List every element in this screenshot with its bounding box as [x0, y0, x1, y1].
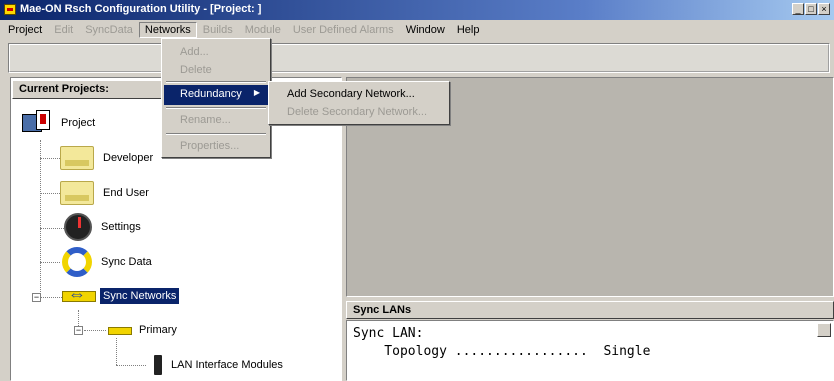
menu-item-properties[interactable]: Properties...	[164, 137, 268, 157]
tree-label-settings: Settings	[101, 221, 141, 233]
menu-item-redundancy-label: Redundancy	[180, 88, 242, 100]
sync-lan-line-2: Topology ................. Single	[353, 344, 651, 359]
developer-icon	[60, 146, 94, 170]
redundancy-submenu: Add Secondary Network... Delete Secondar…	[268, 81, 450, 125]
tree-line	[40, 228, 64, 229]
tree-label-project: Project	[61, 117, 96, 129]
scroll-up-button[interactable]	[817, 323, 831, 337]
module-icon	[154, 355, 162, 375]
menu-edit[interactable]: Edit	[48, 22, 79, 38]
menu-separator	[166, 133, 266, 135]
menu-item-delete-secondary-network[interactable]: Delete Secondary Network...	[271, 102, 447, 122]
app-icon	[4, 4, 16, 15]
menu-item-delete[interactable]: Delete	[164, 61, 268, 81]
tree-line	[116, 338, 117, 365]
menu-item-rename[interactable]: Rename...	[164, 111, 268, 131]
close-button[interactable]: ×	[818, 3, 830, 15]
window-title: Mae-ON Rsch Configuration Utility - [Pro…	[20, 3, 262, 15]
tree-line	[40, 262, 60, 263]
window-controls: _ □ ×	[792, 3, 830, 15]
tree-node-sync-networks[interactable]: Sync Networks	[62, 284, 180, 307]
menu-networks[interactable]: Networks	[138, 21, 197, 38]
network-icon	[62, 284, 96, 307]
tree-node-end-user[interactable]: End User	[60, 181, 152, 205]
collapse-sync-networks-toggle[interactable]: −	[32, 293, 41, 302]
collapse-primary-toggle[interactable]: −	[74, 326, 83, 335]
tree-line	[40, 140, 41, 300]
networks-dropdown: Add... Delete Redundancy ▶ Rename... Pro…	[161, 38, 271, 158]
sync-lan-line-1: Sync LAN:	[353, 326, 424, 341]
tree-line	[116, 365, 146, 366]
tree-line	[40, 297, 62, 298]
tree-label-sync-data: Sync Data	[101, 256, 152, 268]
tree-node-developer[interactable]: Developer	[60, 146, 156, 170]
tree-line	[40, 158, 60, 159]
menu-item-add[interactable]: Add...	[164, 43, 268, 63]
project-icon	[22, 110, 52, 136]
menu-item-redundancy[interactable]: Redundancy ▶	[164, 85, 268, 105]
menu-help[interactable]: Help	[451, 22, 486, 38]
tree-label-developer: Developer	[103, 152, 154, 164]
gauge-icon	[64, 213, 92, 241]
sync-lans-header: Sync LANs	[346, 301, 834, 319]
tree-line	[84, 330, 106, 331]
menu-syncdata[interactable]: SyncData	[79, 22, 139, 38]
toolbar	[8, 43, 830, 73]
tree-node-settings[interactable]: Settings	[64, 213, 144, 241]
tree-line	[40, 193, 60, 194]
minimize-button[interactable]: _	[792, 3, 804, 15]
menu-bar: Project Edit SyncData Networks Builds Mo…	[0, 20, 834, 39]
tree-node-lan-modules[interactable]: LAN Interface Modules	[154, 355, 286, 375]
sync-icon	[62, 247, 92, 277]
tree-label-primary: Primary	[139, 324, 177, 336]
network-small-icon	[108, 323, 132, 337]
menu-item-add-secondary-network[interactable]: Add Secondary Network...	[271, 84, 447, 104]
title-bar: Mae-ON Rsch Configuration Utility - [Pro…	[0, 0, 834, 20]
tree-label-lan-modules: LAN Interface Modules	[171, 359, 283, 371]
sync-lans-output[interactable]: Sync LAN: Topology ................. Sin…	[346, 320, 834, 381]
menu-module[interactable]: Module	[239, 22, 287, 38]
tree-node-project[interactable]: Project	[22, 110, 98, 136]
maximize-button[interactable]: □	[805, 3, 817, 15]
end-user-icon	[60, 181, 94, 205]
menu-window[interactable]: Window	[400, 22, 451, 38]
menu-separator	[166, 107, 266, 109]
tree-node-sync-data[interactable]: Sync Data	[62, 247, 155, 277]
menu-builds[interactable]: Builds	[197, 22, 239, 38]
tree-node-primary[interactable]: Primary	[108, 322, 180, 338]
submenu-arrow-icon: ▶	[253, 88, 260, 97]
menu-user-defined-alarms[interactable]: User Defined Alarms	[287, 22, 400, 38]
menu-project[interactable]: Project	[2, 22, 48, 38]
tree-label-end-user: End User	[103, 187, 149, 199]
tree-label-sync-networks: Sync Networks	[100, 288, 180, 304]
menu-separator	[166, 81, 266, 83]
